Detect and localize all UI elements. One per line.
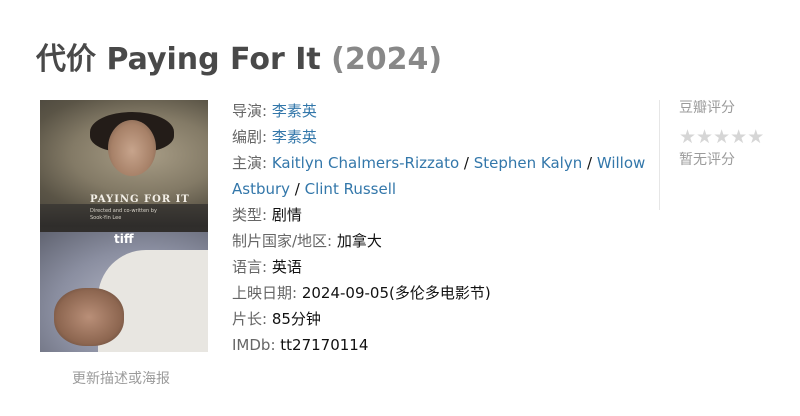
runtime-value: 85分钟 <box>271 310 321 328</box>
movie-year: (2024) <box>331 42 443 77</box>
language-value: 英语 <box>271 258 302 276</box>
director-link[interactable]: 李素英 <box>272 102 317 120</box>
update-description-link[interactable]: 更新描述或海报 <box>72 368 170 388</box>
country-value: 加拿大 <box>336 232 382 250</box>
language-label: 语言: <box>232 258 268 276</box>
cast-label: 主演: <box>232 154 268 172</box>
writer-link[interactable]: 李素英 <box>272 128 317 146</box>
imdb-label: IMDb: <box>232 336 276 354</box>
imdb-value: tt27170114 <box>280 336 369 354</box>
language-row: 语言: 英语 <box>232 254 647 280</box>
writer-row: 编剧: 李素英 <box>232 124 647 150</box>
douban-rating: 豆瓣评分 ★★★★★ 暂无评分 <box>679 97 789 171</box>
star-icon: ★ <box>713 126 731 148</box>
cast-link[interactable]: Stephen Kalyn <box>474 154 582 172</box>
runtime-label: 片长: <box>232 310 268 328</box>
cast-link[interactable]: Clint Russell <box>305 180 396 198</box>
release-value: 2024-09-05(多伦多电影节) <box>301 284 491 302</box>
movie-title: 代价 Paying For It <box>36 42 321 77</box>
star-icon: ★ <box>679 126 697 148</box>
runtime-row: 片长: 85分钟 <box>232 306 647 332</box>
writer-label: 编剧: <box>232 128 268 146</box>
genre-label: 类型: <box>232 206 268 224</box>
genre-value: 剧情 <box>271 206 302 224</box>
star-icon: ★ <box>696 126 714 148</box>
cast-separator: / <box>290 180 305 198</box>
poster-title-text: PAYING FOR IT <box>90 194 190 205</box>
star-icon: ★ <box>730 126 748 148</box>
movie-poster[interactable]: PAYING FOR IT Directed and co-written by… <box>40 100 208 352</box>
movie-info: 导演: 李素英 编剧: 李素英 主演: Kaitlyn Chalmers-Riz… <box>232 98 647 358</box>
director-row: 导演: 李素英 <box>232 98 647 124</box>
poster-art-face-top <box>108 120 156 176</box>
cast-link[interactable]: Kaitlyn Chalmers-Rizzato <box>272 154 459 172</box>
poster-subtitle-text: Directed and co-written by Sook-Yin Lee <box>90 208 157 221</box>
no-rating-text: 暂无评分 <box>679 152 735 168</box>
release-row: 上映日期: 2024-09-05(多伦多电影节) <box>232 280 647 306</box>
rating-stars: ★★★★★ <box>679 127 789 147</box>
genre-row: 类型: 剧情 <box>232 202 647 228</box>
cast-separator: / <box>582 154 597 172</box>
imdb-row: IMDb: tt27170114 <box>232 332 647 358</box>
tiff-logo: tiff <box>114 232 134 246</box>
page-title: 代价 Paying For It (2024) <box>36 40 442 80</box>
star-icon: ★ <box>747 126 765 148</box>
cast-separator: / <box>459 154 474 172</box>
rating-divider <box>659 100 660 210</box>
release-label: 上映日期: <box>232 284 298 302</box>
country-label: 制片国家/地区: <box>232 232 333 250</box>
rating-label: 豆瓣评分 <box>679 100 735 116</box>
country-row: 制片国家/地区: 加拿大 <box>232 228 647 254</box>
director-label: 导演: <box>232 102 268 120</box>
cast-row: 主演: Kaitlyn Chalmers-Rizzato / Stephen K… <box>232 150 647 202</box>
poster-art-face-bottom <box>54 288 124 346</box>
